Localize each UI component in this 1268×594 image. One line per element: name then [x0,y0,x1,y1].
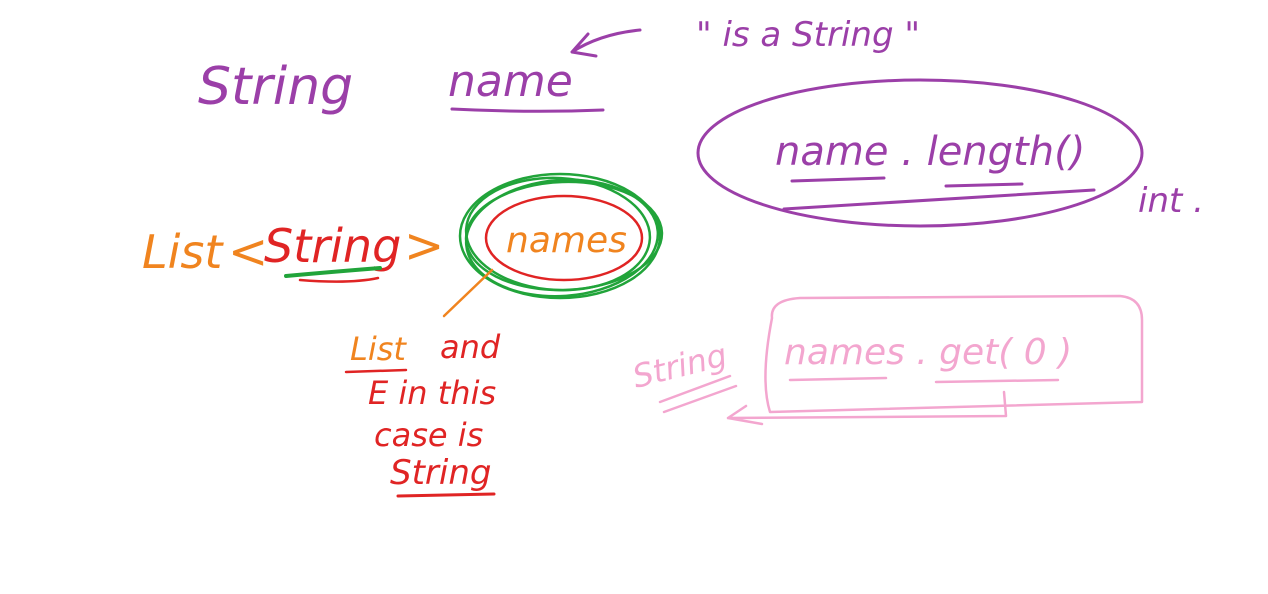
get-call-underline-get [934,378,1060,384]
get-return-underline-2 [662,384,738,414]
note-string-underline [396,492,496,498]
whiteboard-canvas: String name " is a String " name . lengt… [0,0,1268,590]
length-return-label: int . [1138,181,1204,221]
whiteboard-drawing: String name " is a String " name . lengt… [142,15,1204,498]
length-call-underline-name [790,176,886,183]
note-line4: String [390,453,491,493]
arrow-to-name-icon [570,28,642,58]
get-call-text: names . get( 0 ) [784,332,1072,373]
list-declaration: List < String > names [142,172,664,318]
note-line2: E in this [368,374,496,412]
note-list-underline [344,368,408,374]
generic-type-label: String [264,219,401,273]
note-line3: case is [374,416,483,454]
generic-close-bracket: > [404,218,444,274]
get-call-underline-names [788,376,888,382]
length-call-group: name . length() int . [696,78,1204,228]
length-call-underline-length [944,182,1024,188]
top-var-underline [450,107,605,113]
generic-open-bracket: < [228,224,268,280]
note-line1-and: and [440,328,501,366]
top-var-label: name [448,56,573,107]
explanation-note: List and E in this case is String [344,328,501,498]
top-comment: " is a String " [696,15,920,55]
length-call-underline-full [782,188,1096,211]
get-return-type: String [629,336,731,396]
note-pointer-line [442,268,494,318]
names-var-label: names [506,220,627,261]
note-line1-list: List [350,330,407,368]
top-type-label: String [198,57,353,117]
list-prefix: List [142,225,224,279]
get-call-group: names . get( 0 ) String [629,294,1144,426]
generic-type-red-tail [298,276,380,283]
length-call-text: name . length() [775,129,1085,175]
top-declaration: String name " is a String " [198,15,920,117]
